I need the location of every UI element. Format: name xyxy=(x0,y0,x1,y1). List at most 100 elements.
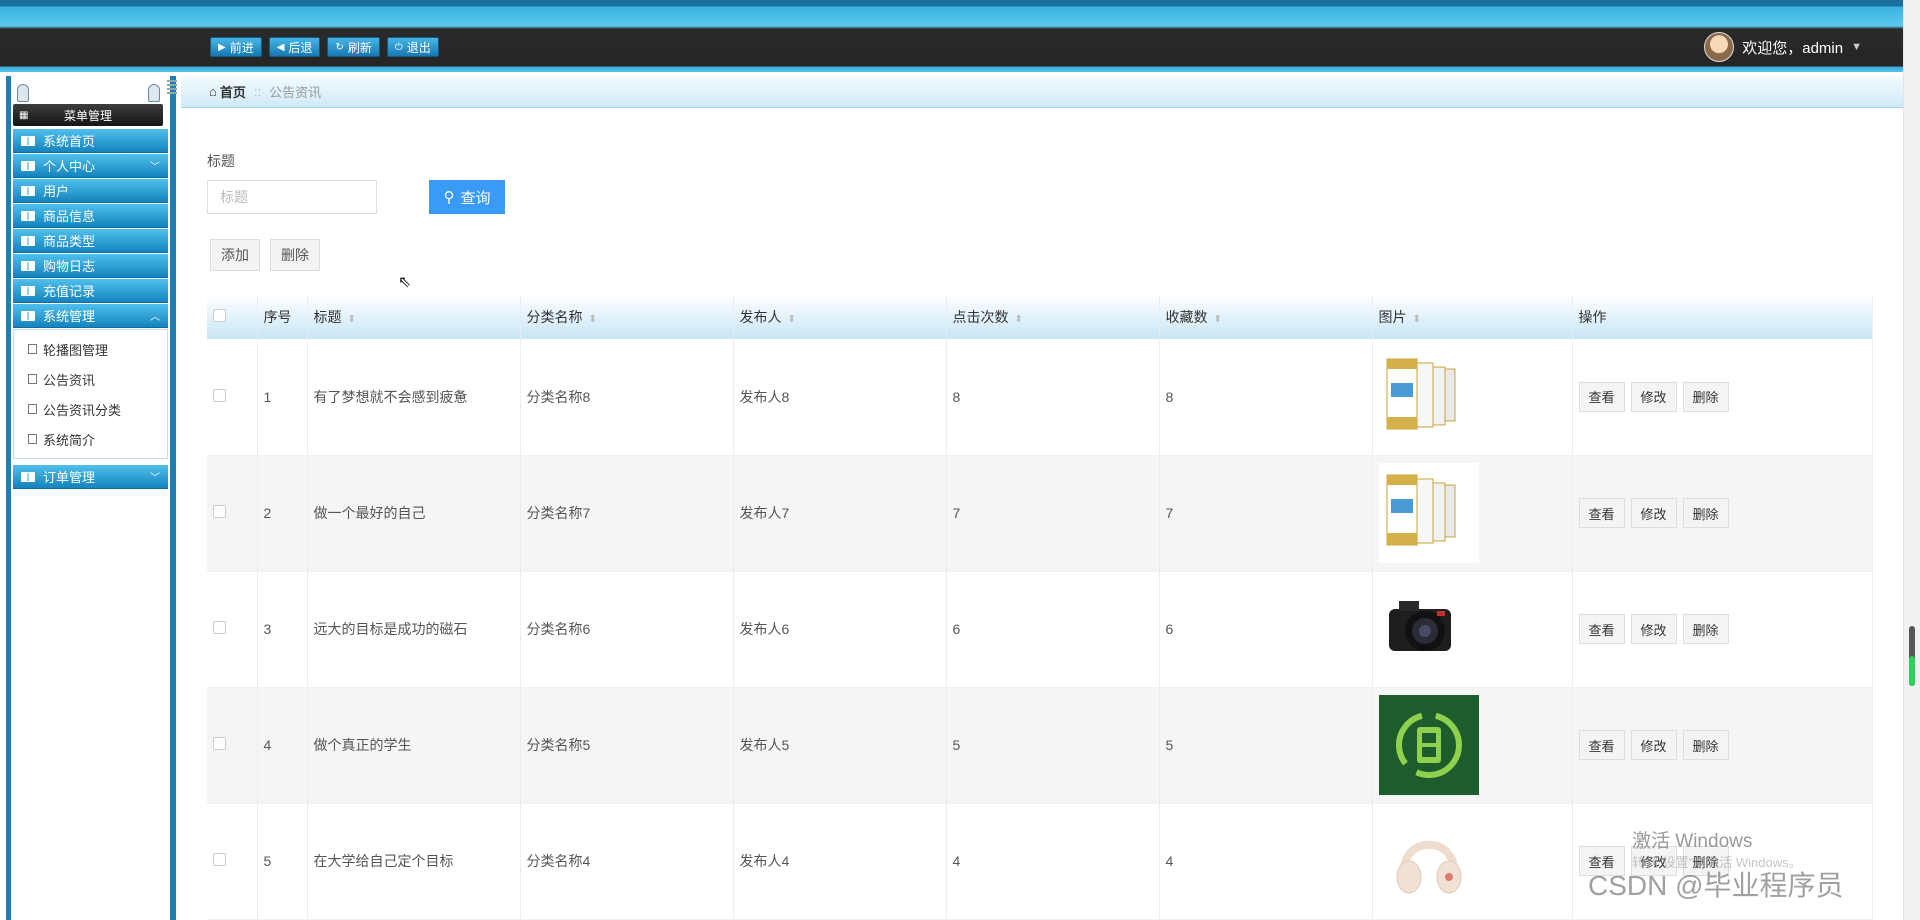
cell-title: 远大的目标是成功的磁石 xyxy=(307,571,521,688)
cell-favorites: 7 xyxy=(1159,455,1373,572)
column-header-publisher[interactable]: 发布人 ⬍ xyxy=(733,295,947,339)
edit-button[interactable]: 修改 xyxy=(1630,498,1677,528)
sort-icon: ⬍ xyxy=(588,314,597,325)
submenu-item-announcements[interactable]: 公告资讯 xyxy=(14,364,167,394)
breadcrumb-current: 公告资讯 xyxy=(269,85,322,100)
caret-down-icon: ▼ xyxy=(1851,41,1862,53)
submenu-item-announcement-category[interactable]: 公告资讯分类 xyxy=(14,394,167,424)
forward-button[interactable]: ▶ 前进 xyxy=(210,37,262,57)
sidebar-item-users[interactable]: 用户 xyxy=(13,179,168,203)
sidebar-item-system[interactable]: 系统管理 ︿ xyxy=(13,304,168,328)
mouse-cursor-icon: ⇖ xyxy=(398,274,412,291)
delete-button[interactable]: 删除 xyxy=(1682,614,1729,644)
book-icon xyxy=(21,135,35,146)
column-header-favorites[interactable]: 收藏数 ⬍ xyxy=(1159,295,1373,339)
cell-image xyxy=(1372,455,1573,572)
row-checkbox[interactable] xyxy=(213,737,226,750)
sidebar-splitter-handle[interactable] xyxy=(167,80,177,96)
sort-icon: ⬍ xyxy=(1014,314,1023,325)
edit-button[interactable]: 修改 xyxy=(1630,381,1677,412)
breadcrumb-home[interactable]: ⌂ 首页 xyxy=(209,82,246,101)
table-row: 4 做个真正的学生 分类名称5 发布人5 5 5 查看 修改 删除 xyxy=(207,687,1873,804)
delete-button[interactable]: 删除 xyxy=(1682,498,1729,528)
sidebar-item-home[interactable]: 系统首页 xyxy=(13,129,168,153)
page-scrollbar[interactable] xyxy=(1903,0,1920,920)
cell-title: 有了梦想就不会感到疲惫 xyxy=(307,339,521,456)
play-left-icon: ◀ xyxy=(276,41,285,53)
cell-title: 在大学给自己定个目标 xyxy=(307,803,521,920)
milk-powder-cans-image xyxy=(1378,346,1479,447)
select-all-checkbox[interactable] xyxy=(213,309,226,322)
power-icon: ⏻ xyxy=(394,41,403,53)
row-checkbox[interactable] xyxy=(213,505,226,518)
column-header-category[interactable]: 分类名称 ⬍ xyxy=(520,295,734,339)
headphones-image xyxy=(1378,811,1479,911)
table-row: 2 做一个最好的自己 分类名称7 发布人7 7 7 查看 修改 删除 xyxy=(207,455,1873,572)
view-button[interactable]: 查看 xyxy=(1578,381,1625,412)
nav-button-group: ▶ 前进 ◀ 后退 ↻ 刷新 ⏻ 退出 xyxy=(210,37,439,57)
milk-powder-cans-image xyxy=(1378,463,1479,563)
document-icon xyxy=(28,374,37,384)
delete-button[interactable]: 删除 xyxy=(1682,381,1729,412)
sidebar-item-orders[interactable]: 订单管理 ﹀ xyxy=(13,465,168,489)
cell-clicks: 8 xyxy=(946,339,1160,456)
cell-favorites: 4 xyxy=(1159,803,1373,920)
view-button[interactable]: 查看 xyxy=(1578,730,1625,760)
cell-no: 4 xyxy=(257,687,308,804)
cell-category: 分类名称7 xyxy=(520,455,734,572)
cell-clicks: 6 xyxy=(946,571,1160,688)
pin-icon xyxy=(17,84,29,102)
title-search-input[interactable] xyxy=(207,180,377,214)
query-button[interactable]: ⚲ 查询 xyxy=(429,180,505,214)
windows-activation-watermark: 激活 Windows xyxy=(1632,831,1753,852)
book-icon xyxy=(21,185,35,196)
row-checkbox[interactable] xyxy=(213,621,226,634)
view-button[interactable]: 查看 xyxy=(1578,614,1625,644)
row-checkbox[interactable] xyxy=(213,853,226,866)
sidebar-item-product-type[interactable]: 商品类型 xyxy=(13,229,168,253)
fresh-logo-image xyxy=(1378,695,1479,795)
view-button[interactable]: 查看 xyxy=(1578,498,1625,528)
cell-no: 1 xyxy=(257,339,308,456)
cell-image xyxy=(1372,571,1573,688)
sidebar-item-recharge[interactable]: 充值记录 xyxy=(13,279,168,303)
cell-favorites: 5 xyxy=(1159,687,1373,804)
refresh-button[interactable]: ↻ 刷新 xyxy=(327,37,380,57)
cell-title: 做个真正的学生 xyxy=(307,687,521,804)
book-icon xyxy=(21,260,35,271)
sidebar-item-product-info[interactable]: 商品信息 xyxy=(13,204,168,228)
sidebar-header: ▦ 菜单管理 xyxy=(11,76,170,128)
column-header-no: 序号 xyxy=(257,295,308,339)
camera-image xyxy=(1378,579,1479,679)
cell-title: 做一个最好的自己 xyxy=(307,455,521,572)
book-icon xyxy=(21,310,35,321)
user-menu[interactable]: 欢迎您，admin ▼ xyxy=(1704,32,1862,62)
csdn-watermark: CSDN @毕业程序员 xyxy=(1588,870,1844,901)
column-header-clicks[interactable]: 点击次数 ⬍ xyxy=(946,295,1160,339)
sidebar-item-shopping-log[interactable]: 购物日志 xyxy=(13,254,168,278)
submenu-item-system-intro[interactable]: 系统简介 xyxy=(14,424,167,454)
edit-button[interactable]: 修改 xyxy=(1630,730,1677,760)
cell-no: 2 xyxy=(257,455,308,572)
column-header-title[interactable]: 标题 ⬍ xyxy=(307,295,521,339)
refresh-icon: ↻ xyxy=(335,41,344,53)
book-icon xyxy=(21,471,35,482)
submenu-item-carousel[interactable]: 轮播图管理 xyxy=(14,334,167,364)
logout-button[interactable]: ⏻ 退出 xyxy=(386,37,439,57)
sort-icon: ⬍ xyxy=(1412,314,1421,325)
batch-delete-button[interactable]: 删除 xyxy=(270,239,320,271)
back-button[interactable]: ◀ 后退 xyxy=(268,37,321,57)
delete-button[interactable]: 删除 xyxy=(1682,730,1729,760)
row-checkbox[interactable] xyxy=(213,388,226,402)
cell-category: 分类名称6 xyxy=(520,571,734,688)
cell-publisher: 发布人6 xyxy=(733,571,947,688)
column-header-actions: 操作 xyxy=(1572,295,1873,339)
document-icon xyxy=(28,404,37,414)
column-header-image[interactable]: 图片 ⬍ xyxy=(1372,295,1573,339)
top-bar: ▶ 前进 ◀ 后退 ↻ 刷新 ⏻ 退出 欢迎您，admin ▼ xyxy=(0,0,1920,72)
book-icon xyxy=(21,160,35,171)
cell-image xyxy=(1372,803,1573,920)
sidebar-item-personal-center[interactable]: 个人中心 ﹀ xyxy=(13,154,168,178)
add-button[interactable]: 添加 xyxy=(210,239,260,271)
edit-button[interactable]: 修改 xyxy=(1630,614,1677,644)
